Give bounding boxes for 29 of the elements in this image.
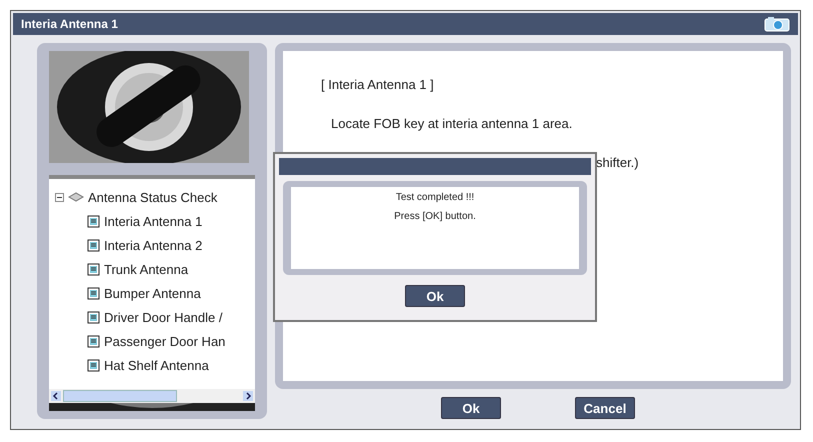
cancel-button[interactable]: Cancel	[575, 397, 635, 419]
tree-item[interactable]: Hat Shelf Antenna	[104, 358, 209, 372]
document-icon	[87, 334, 100, 348]
tree-item[interactable]: Driver Door Handle /	[104, 310, 222, 324]
window-title: Interia Antenna 1	[21, 17, 118, 31]
content-heading: [ Interia Antenna 1 ]	[321, 77, 435, 92]
dialog-message: Test completed !!!	[396, 192, 474, 203]
dialog-message: Press [OK] button.	[394, 211, 476, 222]
scroll-right-icon[interactable]	[243, 391, 253, 401]
document-icon	[87, 238, 100, 252]
tree-item[interactable]: Bumper Antenna	[104, 286, 201, 300]
tree-item[interactable]: Antenna Status Check	[88, 190, 218, 204]
tree-item[interactable]: Passenger Door Han	[104, 334, 226, 348]
document-icon	[87, 310, 100, 324]
document-icon	[87, 286, 100, 300]
horizontal-scrollbar[interactable]	[49, 389, 255, 403]
tree-item[interactable]: Trunk Antenna	[104, 262, 188, 276]
tree-item[interactable]: Interia Antenna 2	[104, 238, 202, 252]
ok-button[interactable]: Ok	[441, 397, 501, 419]
dialog-ok-button[interactable]: Ok	[405, 285, 465, 307]
document-icon	[87, 358, 100, 372]
document-icon	[87, 214, 100, 228]
document-icon	[87, 262, 100, 276]
scroll-left-icon[interactable]	[51, 391, 61, 401]
instruction-text: Locate FOB key at interia antenna 1 area.	[331, 116, 574, 131]
camera-icon[interactable]	[764, 16, 790, 32]
tree-item[interactable]: Interia Antenna 1	[104, 214, 202, 228]
instruction-text: shifter.)	[596, 155, 640, 170]
collapse-icon[interactable]	[55, 192, 64, 202]
